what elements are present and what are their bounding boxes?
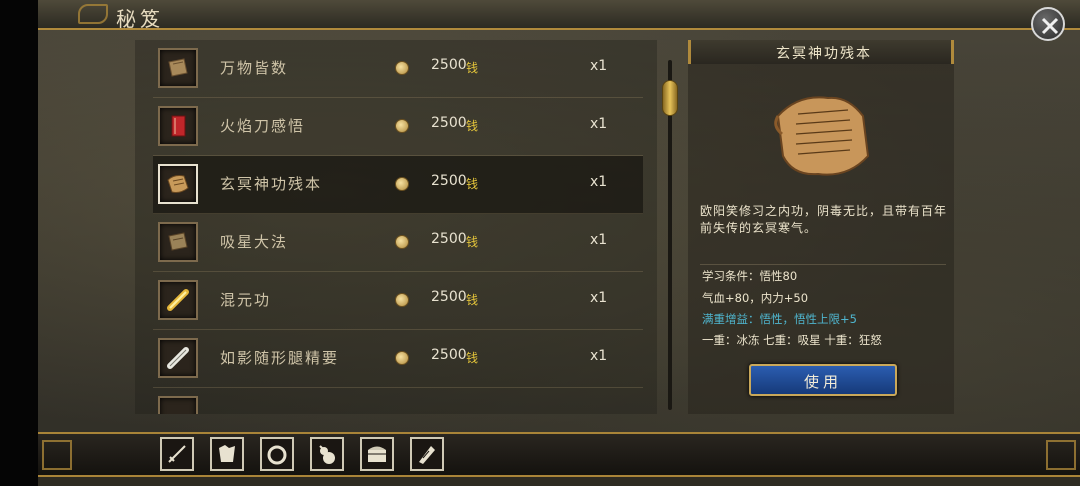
item-quantity: x1 xyxy=(590,174,608,190)
coin-icon xyxy=(395,351,409,365)
item-quantity: x1 xyxy=(590,116,608,132)
book-icon xyxy=(158,396,198,414)
item-price: 2500 xyxy=(431,289,467,305)
sword-icon xyxy=(168,445,186,463)
detail-header: 玄冥神功残本 xyxy=(688,40,954,64)
manual-tab[interactable] xyxy=(410,437,444,471)
currency-label: 钱 xyxy=(466,235,479,249)
use-button[interactable]: 使用 xyxy=(749,364,897,396)
item-name: 如影随形腿精要 xyxy=(220,349,340,367)
list-item[interactable]: 如影随形腿精要 2500 钱 x1 xyxy=(153,330,643,388)
item-price: 2500 xyxy=(431,115,467,131)
inventory-screen: 秘笈 万物皆数 2500 钱 x1 火焰刀感悟 2500 钱 x1 玄冥神功残本… xyxy=(0,0,1080,486)
red-book-icon xyxy=(158,106,198,146)
armor-icon xyxy=(219,445,235,462)
max-level-bonus: 满重增益：悟性，悟性上限+5 xyxy=(702,312,857,326)
list-item[interactable]: 火焰刀感悟 2500 钱 x1 xyxy=(153,98,643,156)
coin-icon xyxy=(395,235,409,249)
coin-icon xyxy=(395,177,409,191)
consumable-tab[interactable] xyxy=(310,437,344,471)
item-name: 混元功 xyxy=(220,291,272,309)
treasure-tab[interactable] xyxy=(360,437,394,471)
weapon-tab[interactable] xyxy=(160,437,194,471)
item-name: 吸星大法 xyxy=(220,233,289,251)
item-detail-panel: 玄冥神功残本 欧阳笑修习之内功，阴毒无比，且带有百年前失传的玄冥寒气。 学习条件… xyxy=(688,40,954,414)
item-quantity: x1 xyxy=(590,348,608,364)
stat-effect: 气血+80，内力+50 xyxy=(702,291,809,305)
list-item-selected[interactable]: 玄冥神功残本 2500 钱 x1 xyxy=(153,156,643,214)
list-item-partial[interactable] xyxy=(153,388,643,414)
item-quantity: x1 xyxy=(590,232,608,248)
item-price: 2500 xyxy=(431,173,467,189)
ring-icon xyxy=(267,445,287,465)
item-quantity: x1 xyxy=(590,58,608,74)
scroll-fragment-icon xyxy=(774,96,870,176)
corner-ornament-icon xyxy=(1046,440,1076,470)
tier-skills: 一重：冰冻 七重：吸星 十重：狂怒 xyxy=(702,333,882,347)
item-name: 火焰刀感悟 xyxy=(220,117,306,135)
category-bar xyxy=(38,432,1080,477)
white-scroll-icon xyxy=(158,338,198,378)
corner-ornament-icon xyxy=(42,440,72,470)
detail-title: 玄冥神功残本 xyxy=(776,46,872,62)
book-icon xyxy=(158,48,198,88)
coin-icon xyxy=(395,293,409,307)
item-name: 玄冥神功残本 xyxy=(220,175,323,193)
currency-label: 钱 xyxy=(466,61,479,75)
learn-requirement: 学习条件：悟性80 xyxy=(702,269,798,283)
item-description: 欧阳笑修习之内功，阴毒无比，且带有百年前失传的玄冥寒气。 xyxy=(700,204,948,235)
currency-label: 钱 xyxy=(466,177,479,191)
gourd-icon xyxy=(319,445,335,464)
item-name: 万物皆数 xyxy=(220,59,289,77)
item-list[interactable]: 万物皆数 2500 钱 x1 火焰刀感悟 2500 钱 x1 玄冥神功残本 25… xyxy=(135,40,657,414)
armor-tab[interactable] xyxy=(210,437,244,471)
close-icon xyxy=(1041,17,1059,35)
use-button-label: 使用 xyxy=(803,373,842,391)
item-price: 2500 xyxy=(431,347,467,363)
coin-icon xyxy=(395,61,409,75)
divider xyxy=(700,264,946,265)
golden-scroll-icon xyxy=(158,280,198,320)
item-quantity: x1 xyxy=(590,290,608,306)
book-icon xyxy=(158,222,198,262)
close-button[interactable] xyxy=(1031,7,1065,41)
list-item[interactable]: 吸星大法 2500 钱 x1 xyxy=(153,214,643,272)
list-item[interactable]: 万物皆数 2500 钱 x1 xyxy=(153,40,643,98)
item-price: 2500 xyxy=(431,57,467,73)
currency-label: 钱 xyxy=(466,119,479,133)
cloud-ornament-icon xyxy=(78,4,108,24)
bottom-edge xyxy=(38,477,1080,486)
scroll-icon xyxy=(419,446,435,464)
title-bar: 秘笈 xyxy=(38,0,1080,31)
chest-icon xyxy=(368,446,386,462)
item-price: 2500 xyxy=(431,231,467,247)
page-title: 秘笈 xyxy=(116,7,164,31)
scroll-fragment-icon xyxy=(158,164,198,204)
list-item[interactable]: 混元功 2500 钱 x1 xyxy=(153,272,643,330)
left-screen-edge xyxy=(0,0,38,486)
accessory-tab[interactable] xyxy=(260,437,294,471)
coin-icon xyxy=(395,119,409,133)
currency-label: 钱 xyxy=(466,351,479,365)
scrollbar-thumb[interactable] xyxy=(662,80,678,116)
currency-label: 钱 xyxy=(466,293,479,307)
